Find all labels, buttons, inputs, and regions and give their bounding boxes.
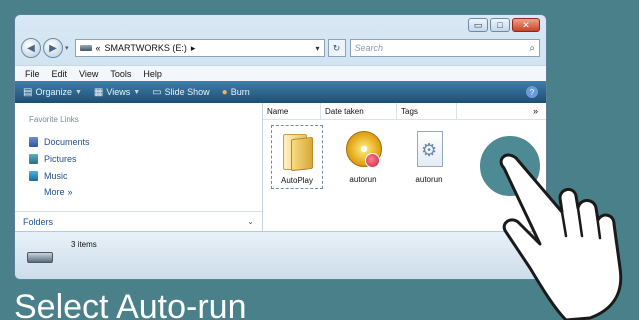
file-label: autorun	[415, 175, 443, 184]
nav-link-more[interactable]: More »	[29, 184, 90, 200]
forward-button[interactable]: ▶	[43, 38, 63, 58]
command-bar: ▤ Organize ▼ ▦ Views ▼ ▭ Slide Show ● Bu…	[15, 81, 546, 103]
nav-link-label: Documents	[44, 136, 90, 147]
search-icon[interactable]: ⌕	[529, 43, 535, 54]
nav-link-label: Music	[44, 170, 68, 181]
chevron-down-icon: ▼	[74, 88, 82, 96]
menu-view[interactable]: View	[79, 69, 98, 79]
file-label: autorun	[349, 175, 377, 184]
slideshow-button[interactable]: ▭ Slide Show	[152, 87, 209, 98]
search-input[interactable]: Search ⌕	[349, 39, 540, 57]
cd-autorun-icon	[343, 129, 383, 169]
address-prefix: «	[95, 43, 101, 53]
file-label: AutoPlay	[280, 176, 314, 185]
chevron-down-icon: ⌄	[247, 217, 254, 226]
nav-link-music[interactable]: Music	[29, 167, 90, 184]
nav-link-documents[interactable]: Documents	[29, 133, 90, 150]
burn-label: Burn	[230, 87, 250, 97]
double-chevron-icon: »	[67, 187, 73, 197]
address-dropdown-icon[interactable]: ▾	[316, 44, 320, 53]
views-label: Views	[106, 87, 131, 97]
refresh-icon: ↻	[332, 42, 341, 53]
close-button[interactable]: ✕	[512, 18, 540, 32]
column-header-name[interactable]: Name	[263, 103, 321, 119]
slideshow-icon: ▭	[152, 86, 162, 98]
folders-toggle[interactable]: Folders ⌄	[15, 211, 262, 231]
details-pane: 3 items	[15, 231, 546, 279]
file-item-autorun-inf[interactable]: autorun	[403, 125, 455, 189]
pointing-hand-icon	[499, 153, 623, 320]
views-icon: ▦	[93, 86, 104, 98]
menu-tools[interactable]: Tools	[110, 69, 131, 79]
file-item-autoplay[interactable]: AutoPlay	[271, 125, 323, 189]
usb-drive-icon	[27, 252, 53, 263]
window-controls: ▭ □ ✕	[468, 18, 540, 32]
back-button[interactable]: ◀	[21, 38, 41, 58]
settings-file-icon	[409, 129, 449, 169]
explorer-window: ▭ □ ✕ ◀ ▶ ▾ « SMARTWORKS (E:) ▸ ▾ ↻ Sear…	[14, 14, 547, 280]
views-button[interactable]: ▦ Views ▼	[94, 87, 140, 98]
chevron-down-icon: ▼	[133, 88, 141, 96]
menu-help[interactable]: Help	[143, 69, 162, 79]
nav-link-pictures[interactable]: Pictures	[29, 150, 90, 167]
file-grid: AutoPlay autorun autorun	[271, 125, 455, 189]
forward-arrow-icon: ▶	[49, 42, 57, 54]
folders-label: Folders	[23, 216, 54, 227]
burn-button[interactable]: ● Burn	[222, 87, 250, 98]
slideshow-label: Slide Show	[164, 87, 210, 97]
address-path-arrow[interactable]: ▸	[191, 43, 196, 54]
file-item-autorun-exe[interactable]: autorun	[337, 125, 389, 189]
back-arrow-icon: ◀	[27, 42, 35, 54]
menu-file[interactable]: File	[25, 69, 40, 79]
refresh-button[interactable]: ↻	[327, 39, 346, 57]
more-columns-button[interactable]: »	[533, 106, 538, 116]
minimize-button[interactable]: ▭	[468, 18, 488, 32]
address-row: ◀ ▶ ▾ « SMARTWORKS (E:) ▸ ▾ ↻ Search ⌕	[21, 37, 540, 59]
favorite-links-list: Documents Pictures Music More »	[29, 133, 90, 200]
navigation-pane: Favorite Links Documents Pictures Music …	[15, 103, 263, 231]
help-button[interactable]: ?	[526, 86, 538, 98]
help-icon: ?	[529, 87, 535, 97]
address-bar[interactable]: « SMARTWORKS (E:) ▸ ▾	[74, 39, 325, 57]
burn-disc-icon: ●	[221, 86, 228, 98]
more-label: More	[44, 187, 65, 197]
nav-link-label: Pictures	[44, 153, 77, 164]
maximize-button[interactable]: □	[490, 18, 510, 32]
drive-icon	[79, 45, 92, 51]
menu-edit[interactable]: Edit	[52, 69, 68, 79]
menu-bar: File Edit View Tools Help	[15, 65, 546, 81]
organize-icon: ▤	[23, 86, 33, 98]
music-icon	[29, 170, 38, 181]
search-placeholder: Search	[354, 43, 384, 53]
organize-button[interactable]: ▤ Organize ▼	[23, 87, 82, 98]
recent-pages-dropdown[interactable]: ▾	[65, 44, 69, 52]
title-bar: ▭ □ ✕	[15, 15, 546, 37]
pictures-icon	[29, 153, 38, 164]
documents-icon	[29, 136, 38, 147]
folder-icon	[277, 130, 317, 170]
column-header-tags[interactable]: Tags	[397, 103, 457, 119]
item-count: 3 items	[71, 240, 97, 249]
address-path[interactable]: SMARTWORKS (E:)	[105, 43, 187, 53]
organize-label: Organize	[35, 87, 72, 97]
column-header-date-taken[interactable]: Date taken	[321, 103, 397, 119]
instruction-caption: Select Auto-run	[14, 288, 247, 320]
column-headers: Name Date taken Tags »	[263, 103, 546, 120]
favorite-links-title: Favorite Links	[29, 115, 79, 124]
